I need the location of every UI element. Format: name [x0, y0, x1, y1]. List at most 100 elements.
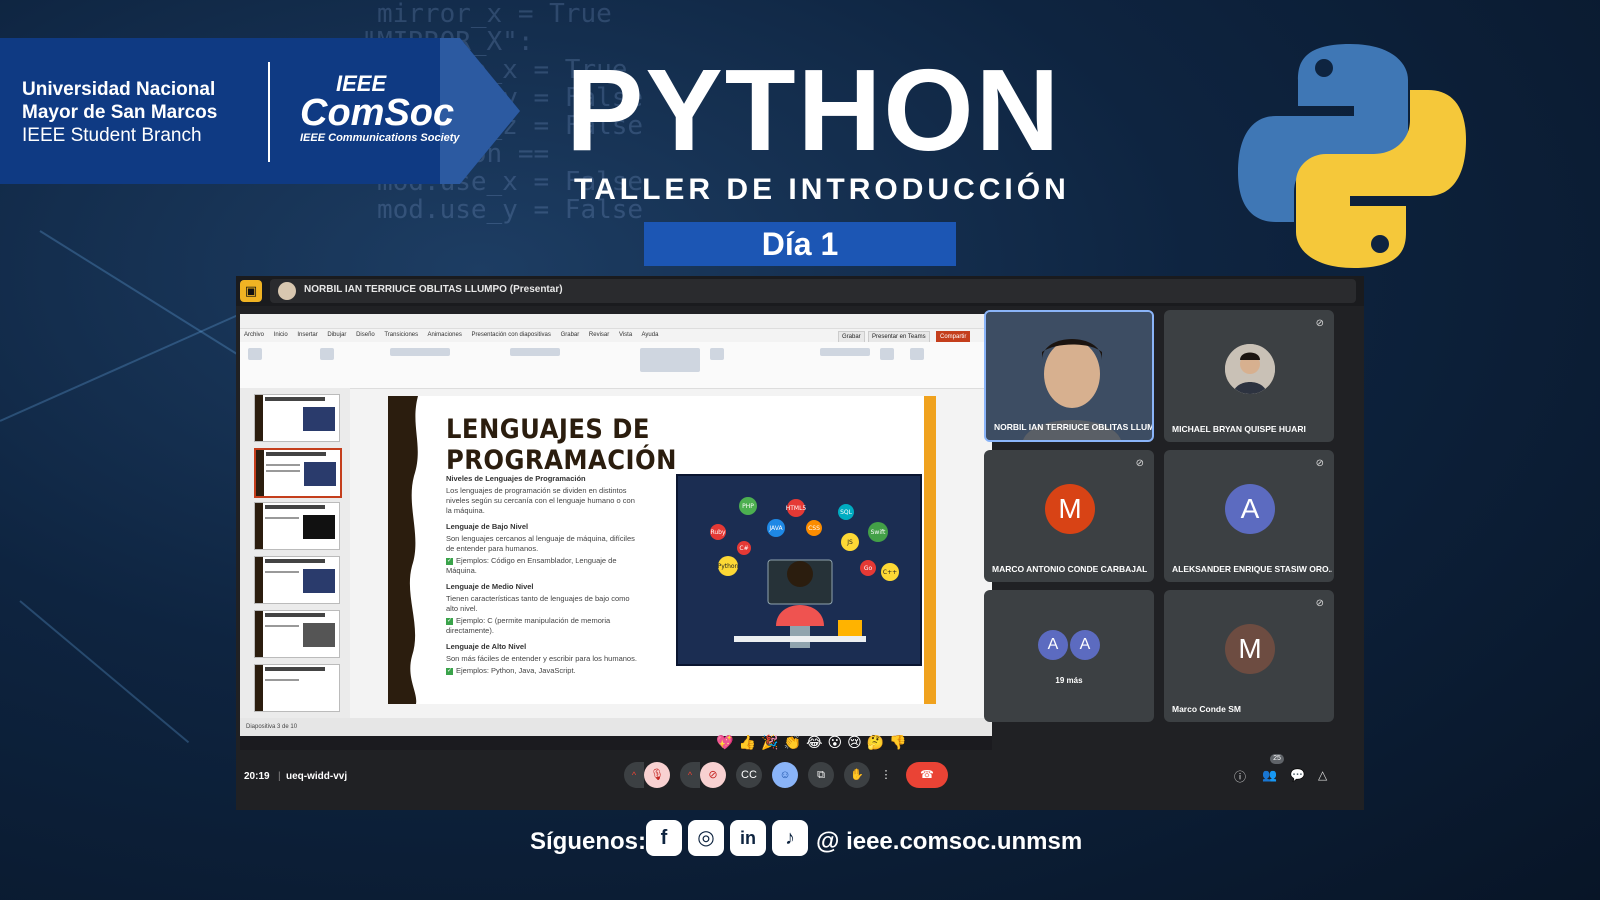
addins-icon[interactable] — [910, 348, 924, 360]
participant-name: NORBIL IAN TERRIUCE OBLITAS LLUM... — [994, 422, 1154, 432]
ppt-tab[interactable]: Diseño — [356, 332, 375, 338]
emoji-button[interactable]: ☺ — [772, 762, 798, 788]
university-name: Universidad Nacional Mayor de San Marcos… — [22, 78, 262, 147]
low-level-title: Lenguaje de Bajo Nivel — [446, 522, 529, 531]
slide-thumbnail[interactable] — [254, 502, 340, 550]
ppt-tab[interactable]: Inicio — [274, 332, 288, 338]
muted-mic-icon: ⊘ — [1315, 318, 1324, 329]
check-icon: ✓ — [446, 617, 453, 625]
muted-mic-icon: ⊘ — [1315, 458, 1324, 469]
bubble-label: Ruby — [710, 529, 726, 536]
slide-thumbnail[interactable] — [254, 394, 340, 442]
participant-tile[interactable]: ⊘ M Marco Conde SM — [1164, 590, 1334, 722]
slide-thumbnail[interactable] — [254, 556, 340, 604]
activities-icon[interactable]: △ — [1318, 768, 1327, 782]
people-icon[interactable]: 👥 — [1262, 768, 1277, 782]
ppt-tab[interactable]: Ayuda — [642, 332, 659, 338]
ppt-tab[interactable]: Revisar — [589, 332, 609, 338]
slide-thumbnail-selected[interactable] — [254, 448, 342, 498]
slide-accent-bar — [924, 396, 936, 704]
arrange-icon[interactable] — [710, 348, 724, 360]
follow-label: Síguenos: — [530, 828, 647, 855]
camera-off-button[interactable]: ⊘ — [700, 762, 726, 788]
slide-thumbnail[interactable] — [254, 664, 340, 712]
ppt-tab[interactable]: Dibujar — [327, 332, 346, 338]
presenting-icon[interactable]: ▣ — [240, 280, 262, 302]
slide-thumbnails — [240, 388, 350, 718]
dictate-icon[interactable] — [880, 348, 894, 360]
paste-icon[interactable] — [248, 348, 262, 360]
slide-intro: Los lenguajes de programación se dividen… — [446, 486, 635, 515]
muted-mic-icon: ⊘ — [1315, 598, 1324, 609]
find-icon[interactable] — [820, 348, 870, 356]
presenter-label: NORBIL IAN TERRIUCE OBLITAS LLUMPO (Pres… — [304, 284, 563, 295]
avatar-photo-icon — [1225, 344, 1275, 394]
participant-tile[interactable]: ⊘ A ALEKSANDER ENRIQUE STASIW ORO... — [1164, 450, 1334, 582]
mid-level-text: Tienen características tanto de lenguaje… — [446, 594, 630, 613]
paragraph-icon[interactable] — [510, 348, 560, 356]
slide-title: LENGUAJES DE PROGRAMACIÓN — [446, 414, 677, 476]
instagram-icon[interactable]: ◎ — [688, 820, 724, 856]
meet-window: ▣ NORBIL IAN TERRIUCE OBLITAS LLUMPO (Pr… — [236, 276, 1364, 810]
present-button[interactable]: ⧉ — [808, 762, 834, 788]
participant-name: MICHAEL BRYAN QUISPE HUARI — [1172, 424, 1306, 434]
people-count-badge: 25 — [1270, 754, 1284, 764]
more-options-icon[interactable]: ⋮ — [876, 762, 896, 788]
font-select-icon[interactable] — [390, 348, 450, 356]
avatar: M — [1225, 624, 1275, 674]
ppt-tab[interactable]: Animaciones — [427, 332, 461, 338]
slide-thumbnail[interactable] — [254, 610, 340, 658]
page-title: PYTHON — [566, 45, 1062, 175]
meet-top-bar: ▣ NORBIL IAN TERRIUCE OBLITAS LLUMPO (Pr… — [236, 276, 1364, 306]
ppt-tab[interactable]: Grabar — [561, 332, 580, 338]
mic-options-chevron-icon[interactable]: ^ — [624, 762, 644, 788]
avatar: A — [1038, 630, 1068, 660]
shared-screen-powerpoint: Archivo Inicio Insertar Dibujar Diseño T… — [240, 314, 992, 736]
raise-hand-button[interactable]: ✋ — [844, 762, 870, 788]
social-handle[interactable]: @ ieee.comsoc.unmsm — [816, 828, 1082, 856]
ppt-tab[interactable]: Archivo — [244, 332, 264, 338]
linkedin-icon[interactable]: in — [730, 820, 766, 856]
ppt-tab[interactable]: Presentación con diapositivas — [472, 332, 551, 338]
camera-options-chevron-icon[interactable]: ^ — [680, 762, 700, 788]
decor-line — [19, 600, 190, 744]
programmer-illustration-svg: PHP HTML5 JAVA CSS SQL JS Swift Python C… — [678, 476, 920, 664]
shapes-icon[interactable] — [640, 348, 700, 372]
programmer-illustration: PHP HTML5 JAVA CSS SQL JS Swift Python C… — [676, 474, 922, 666]
ppt-ribbon — [240, 342, 992, 389]
ppt-tab[interactable]: Transiciones — [384, 332, 418, 338]
page-subtitle: TALLER DE INTRODUCCIÓN — [574, 173, 1070, 206]
participant-name: MARCO ANTONIO CONDE CARBAJAL — [992, 564, 1148, 574]
end-call-button[interactable]: ☎ — [906, 762, 948, 788]
avatar — [1225, 344, 1275, 394]
bubble-label: HTML5 — [786, 505, 807, 512]
bubble-label: PHP — [742, 503, 754, 510]
decor-line — [0, 314, 238, 422]
facebook-icon[interactable]: f — [646, 820, 682, 856]
captions-button[interactable]: CC — [736, 762, 762, 788]
day-badge: Día 1 — [644, 222, 956, 266]
student-branch: IEEE Student Branch — [22, 125, 202, 146]
ppt-tab[interactable]: Vista — [619, 332, 632, 338]
participant-tile-more[interactable]: A A 19 más — [984, 590, 1154, 722]
participant-tile-presenter[interactable]: NORBIL IAN TERRIUCE OBLITAS LLUM... — [984, 310, 1154, 442]
banner-divider — [268, 62, 270, 162]
info-icon[interactable]: ⓘ — [1234, 768, 1246, 785]
mic-off-button[interactable]: 🎙 — [644, 762, 670, 788]
chat-icon[interactable]: 💬 — [1290, 768, 1305, 782]
reaction-bar[interactable]: 💖👍🎉👏😂😮😢🤔👎 — [684, 734, 944, 754]
new-slide-icon[interactable] — [320, 348, 334, 360]
bubble-label: C++ — [883, 569, 897, 576]
slide-wave-decor — [388, 396, 418, 704]
mid-level-example-text: Ejemplo: C (permite manipulación de memo… — [446, 616, 611, 635]
participant-name: ALEKSANDER ENRIQUE STASIW ORO... — [1172, 564, 1332, 574]
presenter-avatar — [278, 282, 296, 300]
participant-tile[interactable]: ⊘ M MARCO ANTONIO CONDE CARBAJAL — [984, 450, 1154, 582]
participant-tile[interactable]: ⊘ MICHAEL BRYAN QUISPE HUARI — [1164, 310, 1334, 442]
presenter-bar: NORBIL IAN TERRIUCE OBLITAS LLUMPO (Pres… — [270, 279, 1356, 303]
bubble-label: JAVA — [768, 525, 783, 532]
tiktok-icon[interactable]: ♪ — [772, 820, 808, 856]
low-level-example-text: Ejemplos: Código en Ensamblador, Lenguaj… — [446, 556, 617, 575]
ppt-tab[interactable]: Insertar — [297, 332, 317, 338]
comsoc-logo: IEEE ComSoc IEEE Communications Society — [300, 73, 480, 145]
